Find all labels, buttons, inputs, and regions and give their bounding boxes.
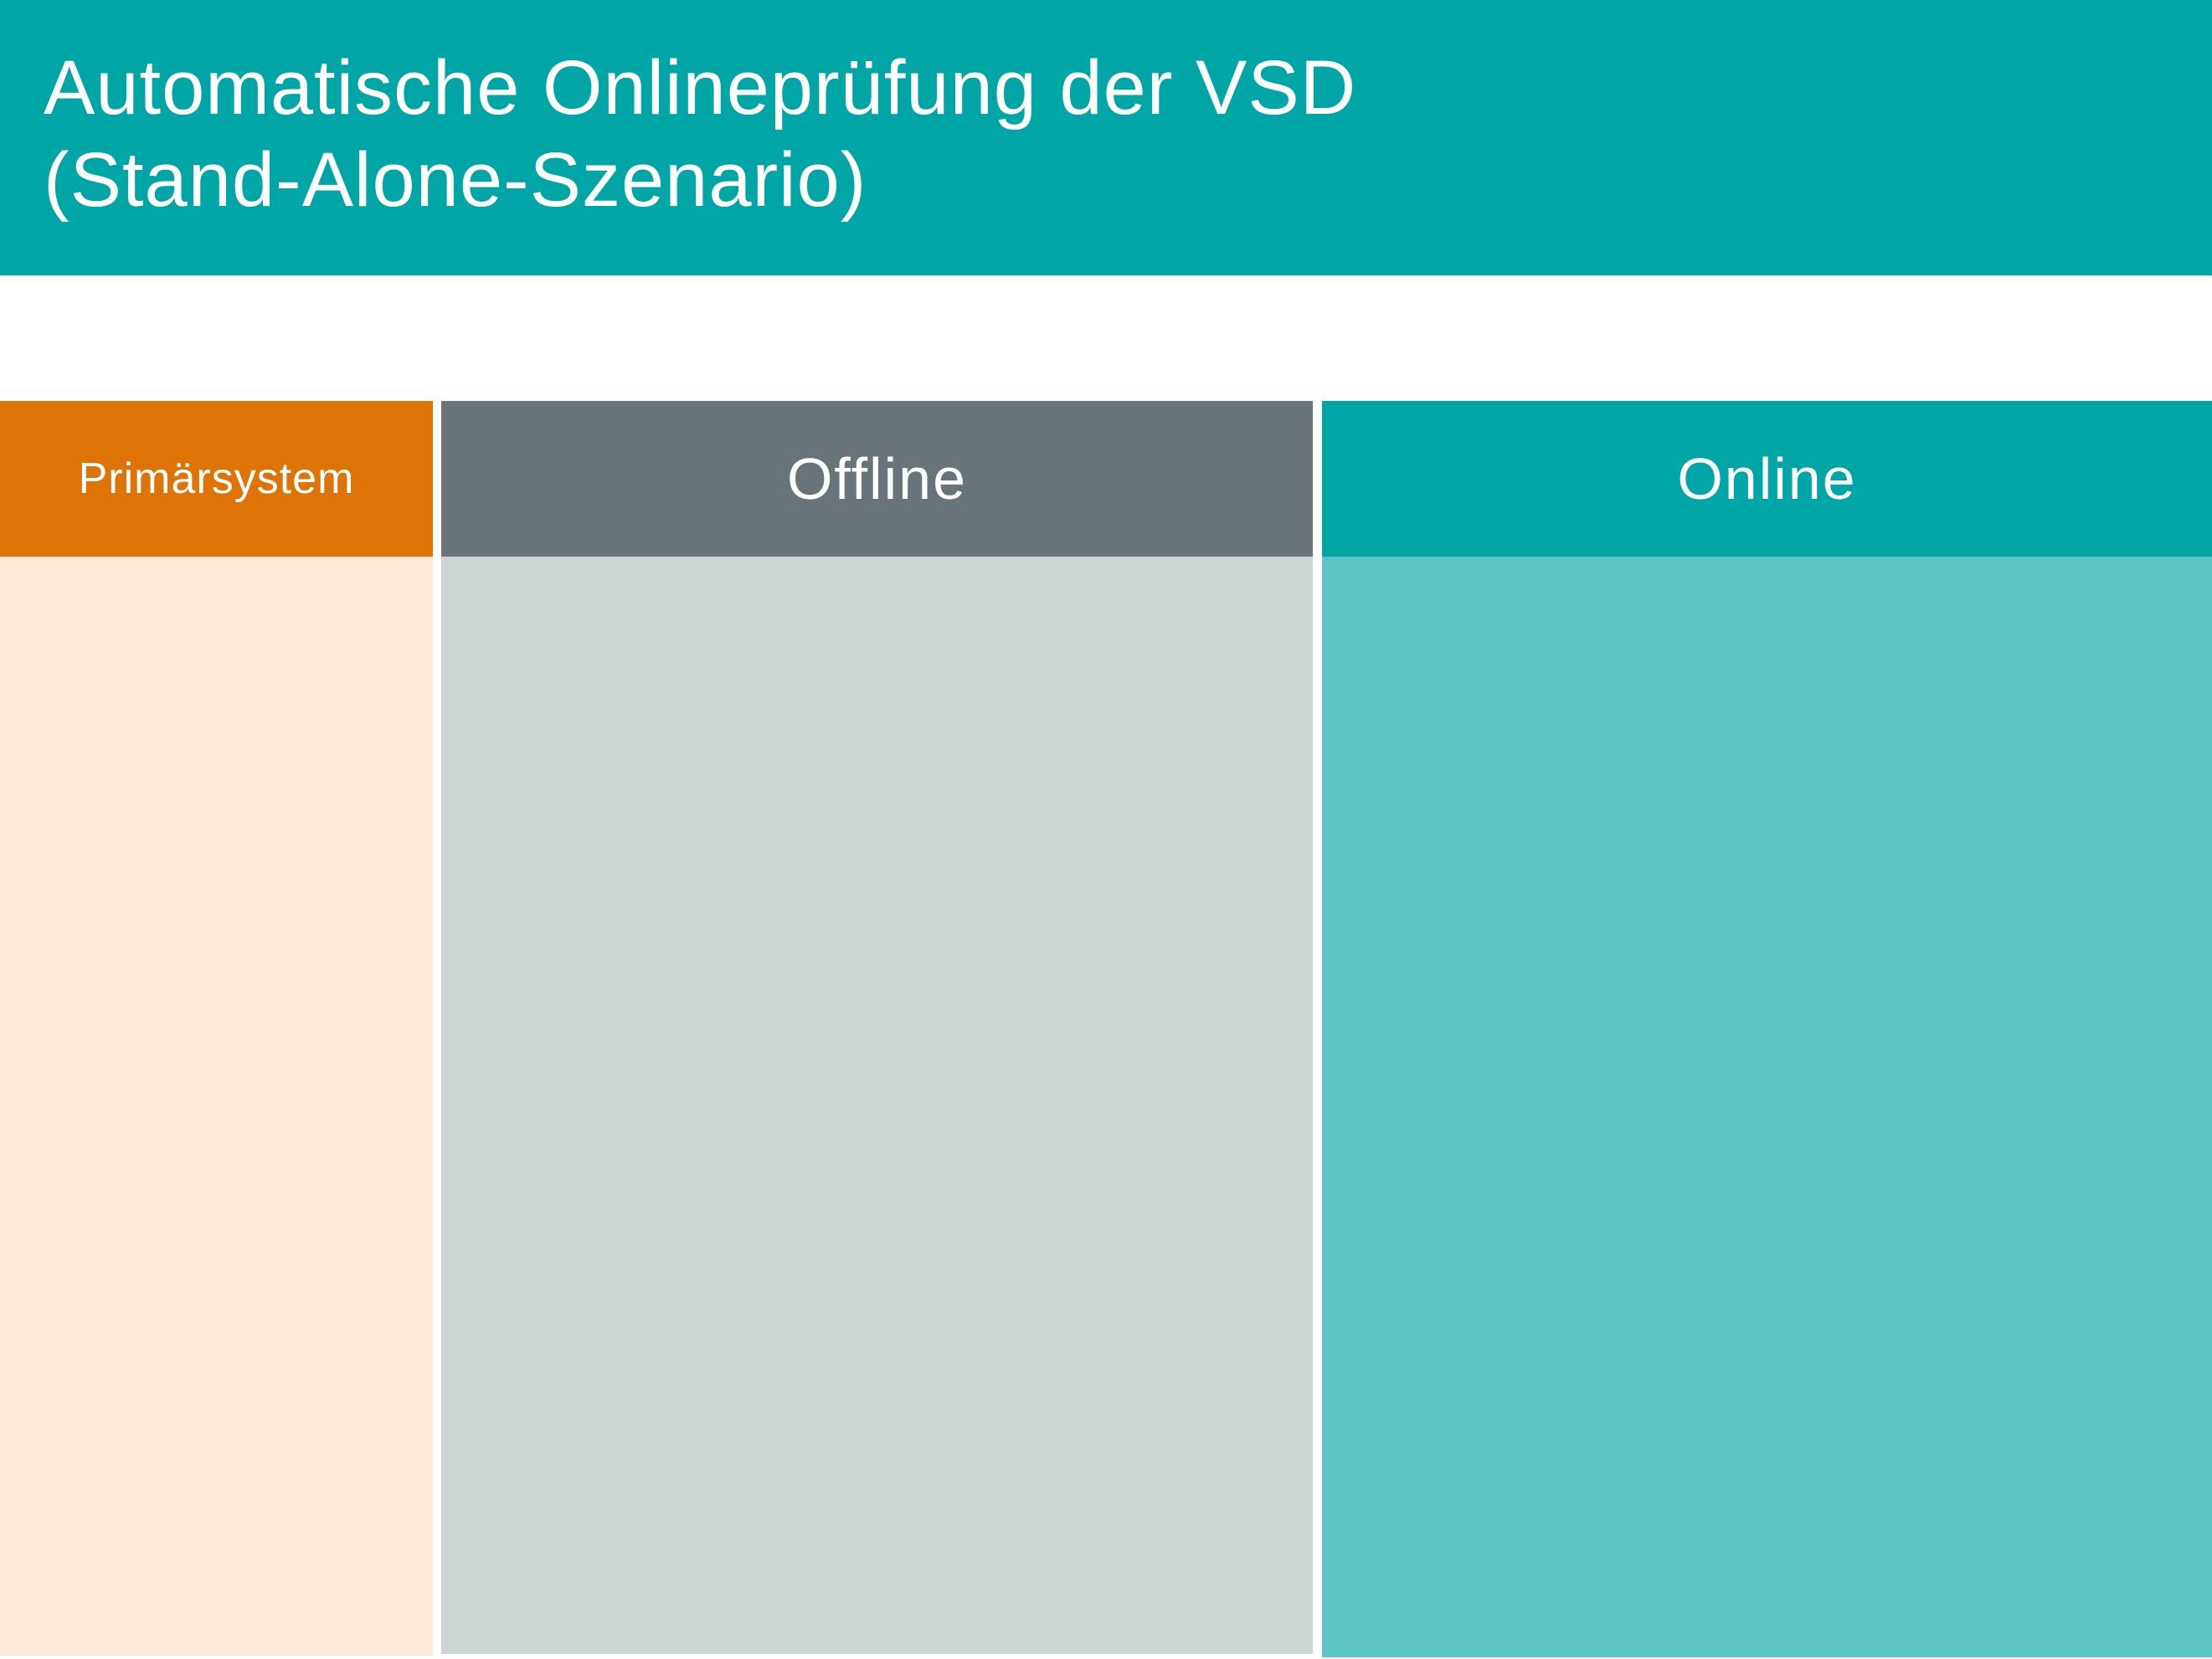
swimlane-body-offline <box>441 557 1313 1654</box>
swimlane-body-primaersystem <box>0 557 433 1656</box>
swimlane-header-online: Online <box>1322 401 2212 557</box>
swimlane-online: Online <box>1322 401 2212 1657</box>
swimlane-primaersystem: Primärsystem <box>0 401 433 1656</box>
page-title-line-2: (Stand-Alone-Szenario) <box>44 137 867 223</box>
swimlane-header-offline: Offline <box>441 401 1313 557</box>
swimlane-offline: Offline <box>441 401 1313 1654</box>
title-bar: Automatische Onlineprüfung der VSD (Stan… <box>0 0 2212 275</box>
page-title-line-1: Automatische Onlineprüfung der VSD <box>44 45 1357 131</box>
swimlane-header-primaersystem: Primärsystem <box>0 401 433 557</box>
page-title: Automatische Onlineprüfung der VSD (Stan… <box>44 42 1356 226</box>
swimlane-body-online <box>1322 557 2212 1657</box>
